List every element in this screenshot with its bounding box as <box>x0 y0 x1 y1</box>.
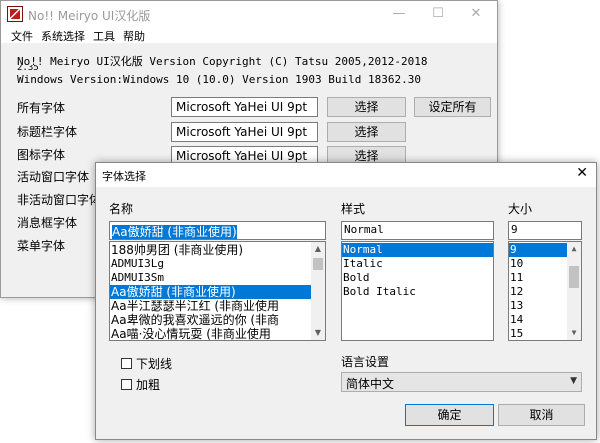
title-bar: No!! Meiryo UI汉化版 — ☐ ✕ <box>1 1 497 27</box>
cancel-button[interactable]: 取消 <box>498 404 585 426</box>
scroll-down-icon[interactable]: ▼ <box>567 326 581 340</box>
scroll-up-icon[interactable]: ▲ <box>311 242 325 256</box>
font-size-input[interactable]: 9 <box>508 221 582 240</box>
label-active-window-font: 活动窗口字体 <box>17 170 90 184</box>
list-item[interactable]: Normal <box>342 243 493 257</box>
dialog-title: 字体选择 <box>102 170 146 183</box>
label-menu-font: 菜单字体 <box>17 239 66 253</box>
list-item[interactable]: 9 <box>509 243 567 257</box>
scroll-thumb[interactable] <box>313 258 323 270</box>
menu-bar: 文件 系统选择 工具 帮助 <box>1 27 497 43</box>
menu-system-select[interactable]: 系统选择 <box>41 28 85 44</box>
select-all-font-button[interactable]: 选择 <box>327 97 406 117</box>
app-logo-icon <box>7 6 23 22</box>
minimize-icon[interactable]: — <box>385 4 413 24</box>
scroll-thumb[interactable] <box>569 266 579 288</box>
version-number: 2.35 <box>17 65 39 71</box>
bold-label: 加粗 <box>136 378 161 392</box>
list-item[interactable]: Aa卑微的我喜欢遥远的你 (非商 <box>110 313 325 327</box>
underline-checkbox[interactable] <box>121 358 132 369</box>
label-icon-font: 图标字体 <box>17 148 66 162</box>
label-messagebox-font: 消息框字体 <box>17 216 78 230</box>
menu-help[interactable]: 帮助 <box>123 28 145 44</box>
window-title: No!! Meiryo UI汉化版 <box>28 9 151 23</box>
font-list-scrollbar[interactable]: ▲ ▼ <box>311 242 325 340</box>
list-item[interactable]: Bold <box>342 271 493 285</box>
font-style-input[interactable]: Normal <box>341 221 494 240</box>
list-item[interactable]: 188帅男团 (非商业使用) <box>110 243 325 257</box>
os-version-info: Windows Version:Windows 10 (10.0) Versio… <box>17 73 421 86</box>
font-name-label: 名称 <box>109 202 134 216</box>
maximize-icon[interactable]: ☐ <box>424 4 452 24</box>
language-label: 语言设置 <box>341 355 390 369</box>
close-icon[interactable]: ✕ <box>462 4 490 24</box>
scroll-up-icon[interactable]: ▲ <box>567 242 581 256</box>
label-inactive-window-font: 非活动窗口字体 <box>17 193 102 207</box>
titlebar-font-value: Microsoft YaHei UI 9pt <box>171 122 318 142</box>
underline-label: 下划线 <box>136 357 173 371</box>
list-item[interactable]: Bold Italic <box>342 285 493 299</box>
font-style-list[interactable]: Normal Italic Bold Bold Italic <box>341 241 494 341</box>
select-titlebar-font-button[interactable]: 选择 <box>327 122 406 142</box>
font-name-input[interactable]: Aa傲娇甜 (非商业使用) <box>109 221 326 240</box>
list-item[interactable]: Aa傲娇甜 (非商业使用) <box>110 285 311 299</box>
scroll-down-icon[interactable]: ▼ <box>311 326 325 340</box>
bold-checkbox[interactable] <box>121 379 132 390</box>
font-style-label: 样式 <box>341 202 366 216</box>
list-item[interactable]: Italic <box>342 257 493 271</box>
list-item[interactable]: Aa喵·没心情玩耍 (非商业使用 <box>110 327 325 340</box>
size-list-scrollbar[interactable]: ▲ ▼ <box>567 242 581 340</box>
list-item[interactable]: ADMUI3Sm <box>110 271 325 285</box>
menu-file[interactable]: 文件 <box>11 28 33 44</box>
font-size-list[interactable]: 9 10 11 12 13 14 15 ▲ ▼ <box>508 241 582 341</box>
font-size-label: 大小 <box>508 202 533 216</box>
version-info: No!! Meiryo UI汉化版 Version Copyright (C) … <box>17 55 428 68</box>
font-name-list[interactable]: 188帅男团 (非商业使用) ADMUI3Lg ADMUI3Sm Aa傲娇甜 (… <box>109 241 326 341</box>
list-item[interactable]: ADMUI3Lg <box>110 257 325 271</box>
dialog-close-icon[interactable]: ✕ <box>576 165 588 181</box>
font-select-dialog: 字体选择 ✕ 名称 Aa傲娇甜 (非商业使用) 188帅男团 (非商业使用) A… <box>95 162 597 440</box>
dialog-title-bar: 字体选择 ✕ <box>96 163 596 187</box>
label-all-fonts: 所有字体 <box>17 101 66 115</box>
all-fonts-value: Microsoft YaHei UI 9pt <box>171 97 318 117</box>
list-item[interactable]: Aa半江瑟瑟半江红 (非商业使用 <box>110 299 325 313</box>
language-select[interactable]: 简体中文 ▼ <box>341 372 582 392</box>
menu-tools[interactable]: 工具 <box>93 28 115 44</box>
chevron-down-icon: ▼ <box>570 376 577 386</box>
set-all-button[interactable]: 设定所有 <box>414 97 491 117</box>
language-value: 简体中文 <box>346 377 395 391</box>
ok-button[interactable]: 确定 <box>405 404 494 426</box>
label-titlebar-font: 标题栏字体 <box>17 125 78 139</box>
